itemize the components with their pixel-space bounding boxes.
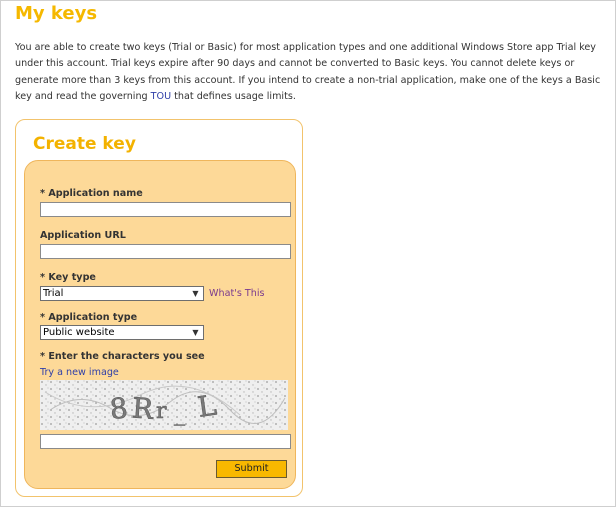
svg-text:8: 8 (108, 391, 129, 426)
tou-link[interactable]: TOU (151, 91, 171, 102)
captcha-label: * Enter the characters you see (40, 351, 205, 362)
whats-this-link[interactable]: What's This (209, 288, 265, 299)
svg-text:r: r (156, 399, 167, 424)
try-new-image-link[interactable]: Try a new image (40, 367, 119, 378)
key-type-label: * Key type (40, 272, 96, 283)
application-type-label: * Application type (40, 312, 138, 323)
key-type-select[interactable]: Trial ▼ (40, 286, 204, 301)
application-type-select[interactable]: Public website ▼ (40, 325, 204, 340)
application-name-input[interactable] (40, 202, 291, 217)
captcha-image: 8 R r _ L (40, 380, 288, 430)
chevron-down-icon[interactable]: ▼ (189, 326, 202, 339)
key-type-selected-value: Trial (43, 288, 64, 299)
chevron-down-icon[interactable]: ▼ (189, 287, 202, 300)
create-key-form: * Application name Application URL * Key… (24, 160, 296, 489)
application-url-input[interactable] (40, 244, 291, 259)
svg-text:R: R (131, 391, 155, 425)
intro-text-end: that defines usage limits. (171, 91, 296, 103)
captcha-input[interactable] (40, 434, 291, 449)
intro-text: You are able to create two keys (Trial o… (15, 40, 605, 106)
application-type-selected-value: Public website (43, 327, 115, 338)
create-key-title: Create key (33, 134, 136, 154)
svg-text:_: _ (174, 401, 185, 426)
application-url-label: Application URL (40, 230, 126, 241)
create-key-panel: Create key * Application name Applicatio… (15, 119, 303, 497)
application-name-label: * Application name (40, 188, 143, 199)
submit-button[interactable]: Submit (216, 460, 287, 478)
page-title: My keys (15, 3, 98, 24)
intro-text-body: You are able to create two keys (Trial o… (15, 42, 601, 103)
